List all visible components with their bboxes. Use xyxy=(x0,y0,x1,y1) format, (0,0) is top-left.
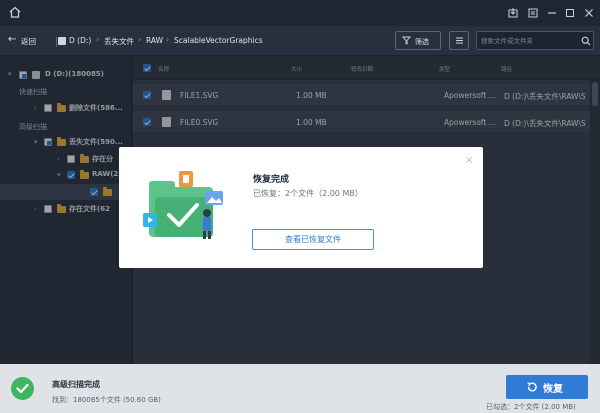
status-footer: 高级扫描完成 找到：180085个文件 (50.60 GB) 恢复 已勾选：2个… xyxy=(0,364,600,413)
scan-complete-icon xyxy=(11,377,34,400)
minimize-icon[interactable] xyxy=(545,6,559,20)
breadcrumb-drive[interactable]: D (D:) xyxy=(69,36,91,45)
feedback-icon[interactable] xyxy=(506,6,520,20)
recovery-illustration-icon xyxy=(143,171,223,239)
back-arrow-icon: ← xyxy=(8,34,17,45)
selected-info: 已勾选：2个文件 (2.00 MB) xyxy=(486,403,576,411)
breadcrumb-separator-icon: › xyxy=(166,35,170,44)
close-icon[interactable]: × xyxy=(465,155,473,166)
divider xyxy=(56,37,57,47)
breadcrumb-svg-folder[interactable]: ScalableVectorGraphics xyxy=(174,36,263,45)
breadcrumb-separator-icon: › xyxy=(96,35,100,44)
search-input[interactable] xyxy=(481,35,577,47)
view-recovered-files-button[interactable]: 查看已恢复文件 xyxy=(252,229,374,250)
breadcrumb-separator-icon: › xyxy=(138,35,142,44)
filter-label: 筛选 xyxy=(415,38,429,46)
recover-icon xyxy=(527,381,537,392)
maximize-icon[interactable] xyxy=(563,6,577,20)
drive-icon xyxy=(58,37,66,45)
title-bar xyxy=(0,0,600,26)
menu-icon[interactable] xyxy=(526,6,540,20)
list-icon xyxy=(456,37,463,44)
home-icon[interactable] xyxy=(8,5,22,19)
filter-icon xyxy=(402,36,411,45)
back-label: 返回 xyxy=(21,37,36,46)
dialog-subtitle: 已恢复：2个文件（2.00 MB） xyxy=(253,189,363,198)
dialog-title: 恢复完成 xyxy=(253,175,290,185)
scan-status-detail: 找到：180085个文件 (50.60 GB) xyxy=(52,396,161,404)
recovery-complete-dialog: 恢复完成 已恢复：2个文件（2.00 MB） 查看已恢复文件 × xyxy=(119,147,483,268)
list-menu-button[interactable] xyxy=(449,31,469,50)
close-window-icon[interactable] xyxy=(582,6,596,20)
filter-button[interactable]: 筛选 xyxy=(395,31,441,50)
search-icon[interactable] xyxy=(581,36,591,46)
breadcrumb-lost-files[interactable]: 丢失文件 xyxy=(104,36,134,47)
scan-status-title: 高级扫描完成 xyxy=(52,380,100,389)
navigation-bar: ← 返回 D (D:) › 丢失文件 › RAW › ScalableVecto… xyxy=(0,26,600,56)
recover-label: 恢复 xyxy=(543,384,563,395)
recover-button[interactable]: 恢复 xyxy=(506,375,588,399)
search-box xyxy=(476,31,594,50)
breadcrumb-raw[interactable]: RAW xyxy=(146,36,163,45)
